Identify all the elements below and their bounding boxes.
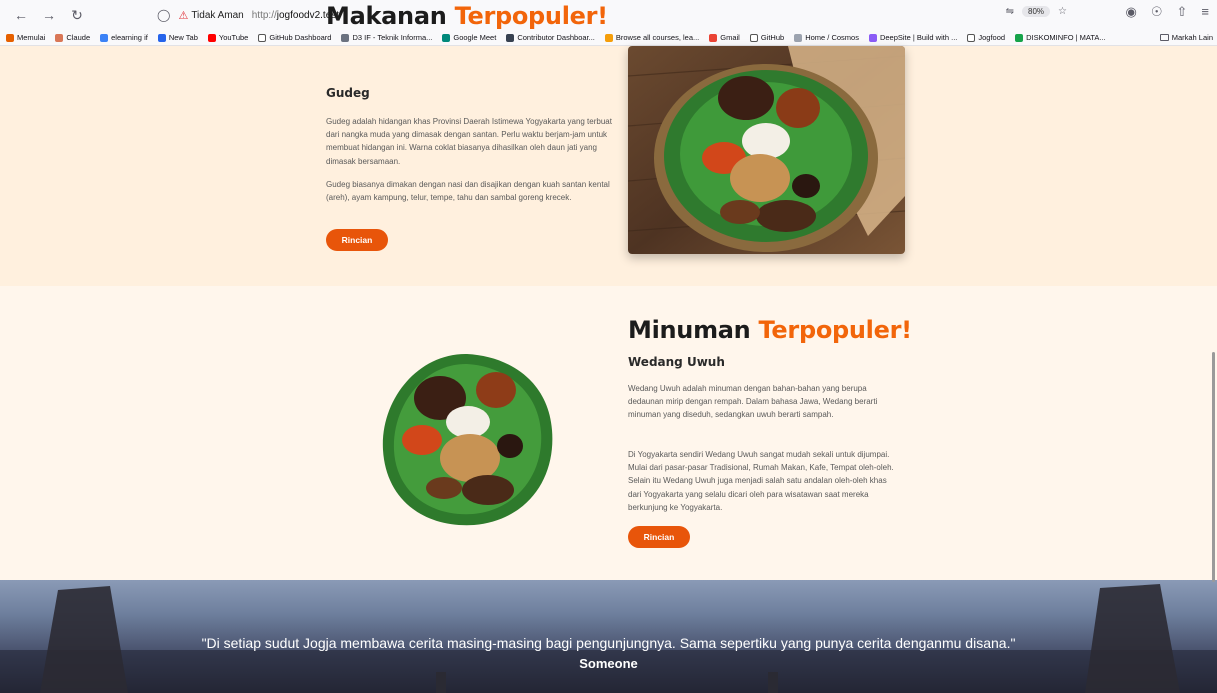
back-arrow-icon[interactable]: ← [10, 4, 32, 26]
quote-author: Someone [579, 656, 638, 671]
bookmark-favicon-icon [967, 33, 976, 42]
food-description-1: Gudeg adalah hidangan khas Provinsi Daer… [326, 117, 612, 166]
food-title-accent: Terpopuler! [454, 2, 609, 30]
insecure-label: Tidak Aman [191, 9, 244, 21]
bookmark-favicon-icon [157, 33, 166, 42]
extensions-icon[interactable]: ⇧ [1177, 4, 1188, 20]
bookmark-github[interactable]: GitHub [749, 33, 785, 42]
browser-toolbar: ← → ↻ ◯ ⚠ Tidak Aman http:// jogfoodv2.t… [0, 0, 1217, 30]
drink-description-2: Di Yogyakarta sendiri Wedang Uwuh sangat… [628, 450, 894, 512]
bookmark-youtube[interactable]: YouTube [207, 33, 249, 42]
bookmark-label: D3 IF - Teknik Informa... [352, 33, 433, 42]
zoom-level[interactable]: 80% [1022, 6, 1051, 17]
bookmark-label: Contributor Dashboar... [517, 33, 595, 42]
drink-details-button[interactable]: Rincian [628, 526, 690, 548]
bookmark-label: New Tab [168, 33, 198, 42]
globe-icon [341, 33, 350, 42]
food-title-main: Makanan [326, 2, 447, 30]
bookmark-browse-courses[interactable]: Browse all courses, lea... [604, 33, 700, 42]
bookmark-elearning[interactable]: elearning if [100, 33, 148, 42]
bookmark-d3-if[interactable]: D3 IF - Teknik Informa... [341, 33, 432, 42]
bookmark-favicon-icon [207, 33, 216, 42]
food-section-title: Makanan Terpopuler! [326, 2, 608, 30]
reload-icon[interactable]: ↻ [66, 4, 88, 26]
food-details-button[interactable]: Rincian [326, 229, 388, 251]
translate-icon[interactable]: ⇋ [1006, 6, 1014, 17]
url-protocol: http:// [251, 9, 277, 21]
bookmark-label: GitHub [760, 33, 785, 42]
bookmark-memulai[interactable]: Memulai [6, 33, 45, 42]
bookmark-favicon-icon [55, 33, 64, 42]
account-icon[interactable]: ☉ [1151, 4, 1163, 20]
bookmark-label: Claude [66, 33, 91, 42]
pocket-icon[interactable]: ◉ [1126, 4, 1137, 20]
bookmark-google-meet[interactable]: Google Meet [442, 33, 496, 42]
bookmark-deepsite[interactable]: DeepSite | Build with ... [868, 33, 958, 42]
wedang-uwuh-photo [378, 350, 556, 528]
bookmark-favicon-icon [604, 33, 613, 42]
folder-icon [1159, 34, 1169, 41]
drink-section [0, 286, 1217, 580]
bookmark-label: Home / Cosmos [805, 33, 859, 42]
quote-text: "Di setiap sudut Jogja membawa cerita ma… [201, 635, 1016, 651]
bookmark-label: Google Meet [453, 33, 497, 42]
bookmark-gmail[interactable]: Gmail [709, 33, 740, 42]
page-scrollbar[interactable] [1212, 352, 1215, 582]
forward-arrow-icon[interactable]: → [38, 4, 60, 26]
bookmark-favicon-icon [506, 33, 515, 42]
bookmark-favicon-icon [442, 33, 451, 42]
bookmark-label: Browse all courses, lea... [615, 33, 700, 42]
bookmark-favicon-icon [749, 33, 758, 42]
bookmark-favicon-icon [6, 33, 14, 42]
menu-icon[interactable]: ≡ [1201, 4, 1209, 20]
bookmark-diskominfo[interactable]: DISKOMINFO | MATA... [1015, 33, 1106, 42]
bookmark-label: DISKOMINFO | MATA... [1026, 33, 1106, 42]
bookmark-label: YouTube [218, 33, 249, 42]
bookmark-contributor-dashboard[interactable]: Contributor Dashboar... [506, 33, 595, 42]
bookmark-favicon-icon [868, 33, 877, 42]
gear-icon [794, 33, 803, 42]
drink-title-main: Minuman [628, 316, 751, 344]
bookmark-label: Memulai [17, 33, 46, 42]
bookmarks-bar: Memulai Claude elearning if New Tab YouT… [0, 30, 1217, 46]
drink-name: Wedang Uwuh [628, 355, 725, 369]
other-bookmarks[interactable]: Markah Lain [1159, 33, 1213, 42]
bookmark-label: Jogfood [978, 33, 1006, 42]
bookmark-star-icon[interactable]: ☆ [1058, 6, 1067, 17]
bookmark-jogfood[interactable]: Jogfood [967, 33, 1005, 42]
food-description-2: Gudeg biasanya dimakan dengan nasi dan d… [326, 180, 610, 203]
food-name: Gudeg [326, 86, 370, 100]
gmail-icon [709, 33, 718, 42]
bookmark-label: Gmail [720, 33, 740, 42]
gudeg-photo [628, 46, 905, 254]
other-bookmarks-label: Markah Lain [1171, 33, 1213, 42]
bookmark-github-dashboard[interactable]: GitHub Dashboard [258, 33, 331, 42]
drink-title-accent: Terpopuler! [758, 316, 913, 344]
shield-icon[interactable]: ◯ [157, 8, 170, 22]
bookmark-favicon-icon [258, 33, 267, 42]
bookmark-label: GitHub Dashboard [269, 33, 332, 42]
bookmark-label: elearning if [111, 33, 148, 42]
bookmark-home-cosmos[interactable]: Home / Cosmos [794, 33, 859, 42]
insecure-lock-icon[interactable]: ⚠ [178, 9, 188, 22]
bookmark-new-tab[interactable]: New Tab [157, 33, 198, 42]
bookmark-label: DeepSite | Build with ... [879, 33, 958, 42]
bookmark-claude[interactable]: Claude [55, 33, 90, 42]
bookmark-favicon-icon [1015, 33, 1024, 42]
drink-description-1: Wedang Uwuh adalah minuman dengan bahan-… [628, 384, 878, 420]
bookmark-favicon-icon [100, 33, 109, 42]
drink-section-title: Minuman Terpopuler! [628, 316, 912, 344]
